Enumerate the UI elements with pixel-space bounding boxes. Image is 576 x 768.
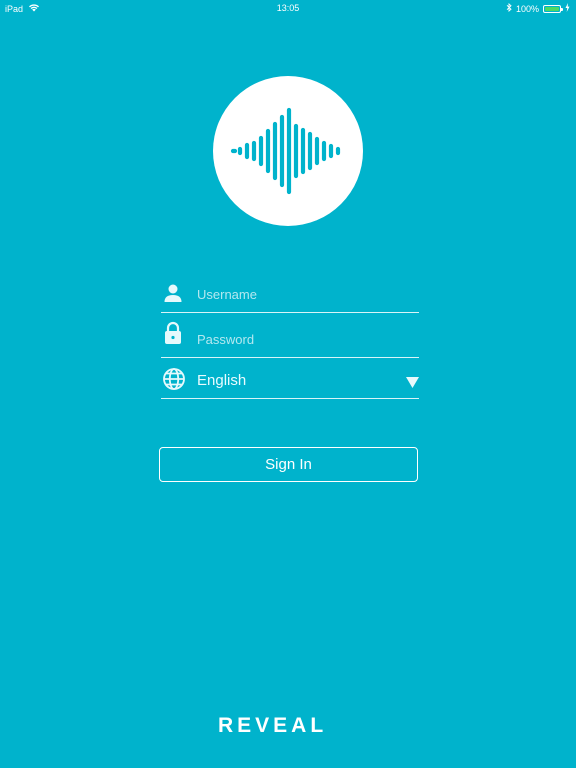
battery-fill	[545, 6, 559, 11]
status-time: 13:05	[276, 3, 300, 13]
password-field[interactable]: Password	[161, 312, 419, 358]
battery-icon	[543, 4, 563, 13]
bluetooth-icon	[506, 2, 512, 14]
username-field[interactable]: Username	[161, 276, 419, 313]
battery-percent: 100%	[515, 3, 539, 14]
user-icon	[163, 283, 183, 308]
language-value: English	[197, 372, 247, 389]
username-input[interactable]: Username	[197, 287, 257, 302]
password-input[interactable]: Password	[197, 332, 254, 347]
charging-icon	[565, 3, 570, 14]
lock-icon	[163, 321, 183, 350]
sign-in-button[interactable]: Sign In	[159, 447, 418, 482]
brand-logo: REVEAL	[218, 714, 328, 737]
sound-wave-icon	[230, 107, 341, 195]
language-select[interactable]: English	[161, 357, 419, 399]
battery-nub	[561, 7, 563, 11]
caret-down-icon[interactable]	[406, 375, 419, 393]
status-bar: iPad 13:05 100%	[0, 0, 576, 16]
status-right: 100%	[506, 2, 570, 14]
globe-icon	[162, 367, 186, 396]
app-logo	[213, 76, 363, 226]
